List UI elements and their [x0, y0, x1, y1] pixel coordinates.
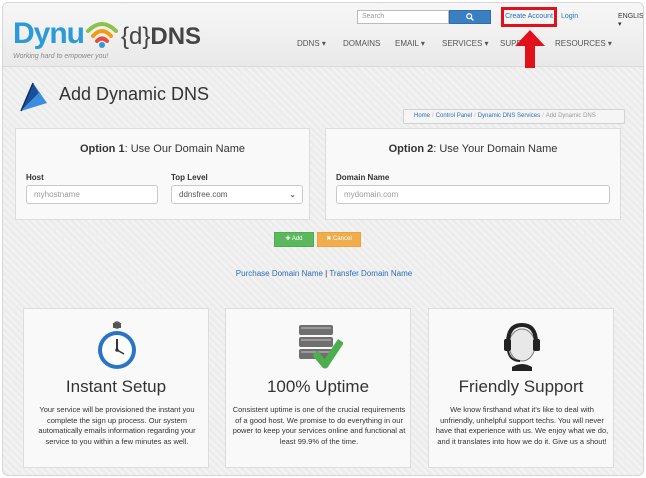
create-account-link[interactable]: Create Account [501, 7, 557, 27]
feature-text: Your service will be provisioned the ins… [38, 405, 196, 446]
feature-uptime: 100% Uptime Consistent uptime is one of … [225, 308, 411, 468]
option2-title-bold: Option 2 [388, 143, 434, 155]
option1-panel: Option 1: Use Our Domain Name Host myhos… [15, 128, 310, 220]
host-label: Host [26, 173, 44, 182]
nav-email[interactable]: EMAIL ▾ [395, 39, 425, 48]
feature-title: Instant Setup [65, 377, 167, 396]
logo-brace: {d} [121, 23, 151, 50]
logo-dns-text: {d}DNS [121, 23, 201, 51]
search-button[interactable] [449, 10, 491, 24]
chevron-down-icon: ⌄ [289, 190, 296, 199]
option2-title: Option 2: Use Your Domain Name [326, 143, 620, 155]
breadcrumb-ddns-services[interactable]: Dynamic DNS Services [478, 113, 540, 119]
feature-text: Consistent uptime is one of the crucial … [232, 405, 406, 446]
feature-title: Friendly Support [458, 377, 584, 396]
stopwatch-icon [98, 321, 136, 369]
add-button[interactable]: ✚ Add [274, 232, 314, 247]
option1-title-bold: Option 1 [79, 143, 125, 155]
option1-title-rest: : Use Our Domain Name [124, 143, 246, 155]
headset-support-icon [504, 322, 540, 371]
breadcrumb: Home / Control Panel / Dynamic DNS Services /… [403, 109, 625, 124]
wifi-icon [86, 22, 118, 48]
page-title: Add Dynamic DNS [59, 84, 210, 104]
feature-text: We know firsthand what it's like to deal… [435, 405, 609, 446]
search-icon [466, 13, 474, 21]
option2-panel: Option 2: Use Your Domain Name Domain Na… [325, 128, 621, 220]
logo-dns-bold: DNS [150, 23, 202, 50]
domain-label: Domain Name [336, 173, 390, 182]
transfer-domain-link[interactable]: Transfer Domain Name [329, 269, 412, 278]
login-link[interactable]: Login [561, 13, 578, 20]
purchase-domain-link[interactable]: Purchase Domain Name [236, 269, 323, 278]
breadcrumb-current: Add Dynamic DNS [545, 113, 596, 119]
feature-instant-setup: Instant Setup Your service will be provi… [23, 308, 209, 468]
domain-input[interactable]: mydomain.com [336, 185, 610, 204]
toplevel-select[interactable]: ddnsfree.com ⌄ [171, 185, 303, 204]
search-input[interactable]: Search [357, 10, 449, 24]
nav-resources[interactable]: RESOURCES ▾ [555, 39, 612, 48]
nav-domains[interactable]: DOMAINS [343, 39, 380, 48]
tagline: Working hard to empower you! [13, 53, 109, 60]
dynu-flag-icon [20, 82, 47, 112]
nav-services[interactable]: SERVICES ▾ [442, 39, 489, 48]
breadcrumb-separator: / [474, 113, 476, 119]
toplevel-value: ddnsfree.com [179, 190, 228, 199]
option2-title-rest: : Use Your Domain Name [433, 143, 558, 155]
feature-support: Friendly Support We know firsthand what … [428, 308, 614, 468]
breadcrumb-separator: / [542, 113, 544, 119]
breadcrumb-home[interactable]: Home [414, 113, 430, 119]
language-selector[interactable]: ENGLISH ▾ [618, 13, 643, 28]
server-check-icon [299, 325, 343, 369]
host-input[interactable]: myhostname [26, 185, 158, 204]
domain-links: Purchase Domain Name | Transfer Domain N… [3, 269, 643, 278]
cancel-button[interactable]: ✖ Cancel [317, 232, 361, 247]
option1-title: Option 1: Use Our Domain Name [16, 143, 309, 155]
red-arrow-annotation [515, 30, 545, 68]
breadcrumb-separator: / [432, 113, 434, 119]
browser-frame: Dynu {d}DNS Working hard to empower you!… [2, 2, 644, 476]
toplevel-label: Top Level [171, 173, 208, 182]
dynu-logo[interactable]: Dynu {d}DNS Working hard to empower you! [13, 17, 201, 63]
logo-dynu-text: Dynu [13, 17, 85, 50]
breadcrumb-control-panel[interactable]: Control Panel [436, 113, 472, 119]
feature-title: 100% Uptime [266, 377, 370, 396]
nav-ddns[interactable]: DDNS ▾ [297, 39, 326, 48]
